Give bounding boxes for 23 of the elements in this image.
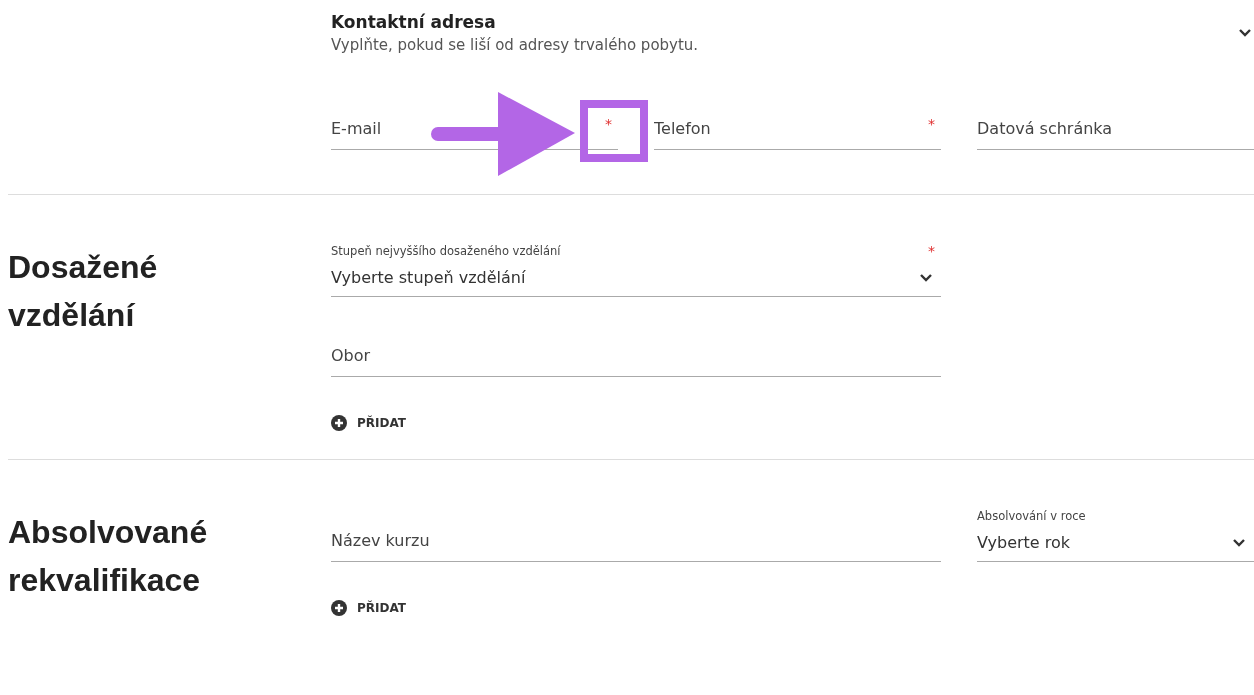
section-subtitle: Vyplňte, pokud se liší od adresy trvalého pobytu.	[331, 35, 699, 56]
section-title: Kontaktní adresa	[331, 11, 497, 34]
text-field[interactable]: Název kurzu	[331, 520, 941, 562]
plus-circle-icon	[331, 415, 347, 431]
section-heading: Absolvované rekvalifikace	[8, 513, 209, 600]
chevron-down-icon[interactable]	[1238, 28, 1252, 38]
plus-circle-icon	[331, 600, 347, 616]
field-label: Absolvování v roce	[977, 508, 1086, 524]
section-heading: Dosažené vzdělání	[8, 248, 159, 335]
required-mark: *	[605, 116, 612, 132]
text-field[interactable]: Obor	[331, 335, 941, 377]
add-button[interactable]: PŘIDAT	[331, 415, 406, 431]
select-field[interactable]: Vyberte stupeň vzdělání	[331, 259, 941, 297]
add-button[interactable]: PŘIDAT	[331, 600, 406, 616]
chevron-down-icon[interactable]	[919, 272, 933, 283]
field-label: Stupeň nejvyššího dosaženého vzdělání	[331, 243, 561, 259]
required-mark: *	[928, 243, 935, 259]
annotation-arrow-icon	[430, 92, 576, 178]
required-mark: *	[928, 116, 935, 132]
text-field[interactable]: Datová schránka	[977, 108, 1254, 150]
highlight-frame	[580, 100, 648, 162]
chevron-down-icon[interactable]	[1232, 537, 1246, 548]
select-field[interactable]: Vyberte rok	[977, 524, 1254, 562]
